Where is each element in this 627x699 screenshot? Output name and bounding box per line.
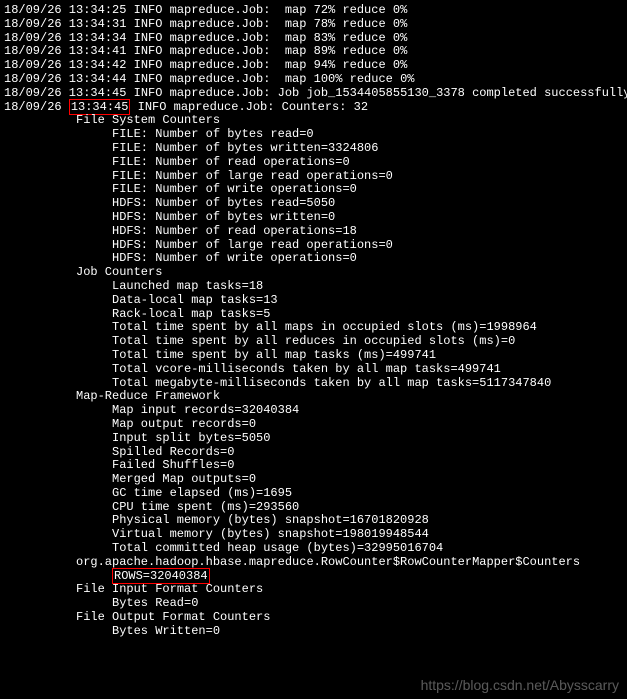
- section-header: File System Counters: [4, 114, 623, 128]
- counter-line: Total vcore-milliseconds taken by all ma…: [4, 363, 623, 377]
- section-header: Job Counters: [4, 266, 623, 280]
- counter-line: Total committed heap usage (bytes)=32995…: [4, 542, 623, 556]
- counter-line: Total time spent by all reduces in occup…: [4, 335, 623, 349]
- section-header: File Input Format Counters: [4, 583, 623, 597]
- counter-line: FILE: Number of bytes written=3324806: [4, 142, 623, 156]
- counter-line: FILE: Number of bytes read=0: [4, 128, 623, 142]
- log-line: 18/09/26 13:34:34 INFO mapreduce.Job: ma…: [4, 32, 623, 46]
- counter-line: Bytes Written=0: [4, 625, 623, 639]
- counter-line: Spilled Records=0: [4, 446, 623, 460]
- section-header: Map-Reduce Framework: [4, 390, 623, 404]
- section-header: org.apache.hadoop.hbase.mapreduce.RowCou…: [4, 556, 623, 570]
- counter-line: HDFS: Number of read operations=18: [4, 225, 623, 239]
- counter-line: FILE: Number of large read operations=0: [4, 170, 623, 184]
- counter-line: Map output records=0: [4, 418, 623, 432]
- log-line: 18/09/26 13:34:25 INFO mapreduce.Job: ma…: [4, 4, 623, 18]
- counter-line: HDFS: Number of bytes read=5050: [4, 197, 623, 211]
- counter-line: HDFS: Number of large read operations=0: [4, 239, 623, 253]
- counter-line: Total time spent by all map tasks (ms)=4…: [4, 349, 623, 363]
- log-line: 18/09/26 13:34:31 INFO mapreduce.Job: ma…: [4, 18, 623, 32]
- counter-line: FILE: Number of read operations=0: [4, 156, 623, 170]
- counter-line: CPU time spent (ms)=293560: [4, 501, 623, 515]
- counter-line: Bytes Read=0: [4, 597, 623, 611]
- counter-line: Total time spent by all maps in occupied…: [4, 321, 623, 335]
- watermark-text: https://blog.csdn.net/Abysscarry: [421, 677, 619, 693]
- counter-line: Merged Map outputs=0: [4, 473, 623, 487]
- counter-line: FILE: Number of write operations=0: [4, 183, 623, 197]
- terminal-output: 18/09/26 13:34:25 INFO mapreduce.Job: ma…: [4, 4, 623, 639]
- log-line: 18/09/26 13:34:42 INFO mapreduce.Job: ma…: [4, 59, 623, 73]
- counter-line: Data-local map tasks=13: [4, 294, 623, 308]
- counter-line: Rack-local map tasks=5: [4, 308, 623, 322]
- highlighted-timestamp: 13:34:45: [69, 99, 131, 115]
- counter-line: Total megabyte-milliseconds taken by all…: [4, 377, 623, 391]
- counter-line: HDFS: Number of write operations=0: [4, 252, 623, 266]
- counter-line: Physical memory (bytes) snapshot=1670182…: [4, 514, 623, 528]
- log-line: 18/09/26 13:34:41 INFO mapreduce.Job: ma…: [4, 45, 623, 59]
- log-line: 18/09/26 13:34:44 INFO mapreduce.Job: ma…: [4, 73, 623, 87]
- counter-line: Virtual memory (bytes) snapshot=19801994…: [4, 528, 623, 542]
- counters-header-line: 18/09/26 13:34:45 INFO mapreduce.Job: Co…: [4, 101, 623, 115]
- counter-line: GC time elapsed (ms)=1695: [4, 487, 623, 501]
- highlighted-rows: ROWS=32040384: [4, 570, 623, 584]
- counter-line: Launched map tasks=18: [4, 280, 623, 294]
- counter-line: Map input records=32040384: [4, 404, 623, 418]
- counter-line: HDFS: Number of bytes written=0: [4, 211, 623, 225]
- counter-line: Input split bytes=5050: [4, 432, 623, 446]
- counter-line: Failed Shuffles=0: [4, 459, 623, 473]
- section-header: File Output Format Counters: [4, 611, 623, 625]
